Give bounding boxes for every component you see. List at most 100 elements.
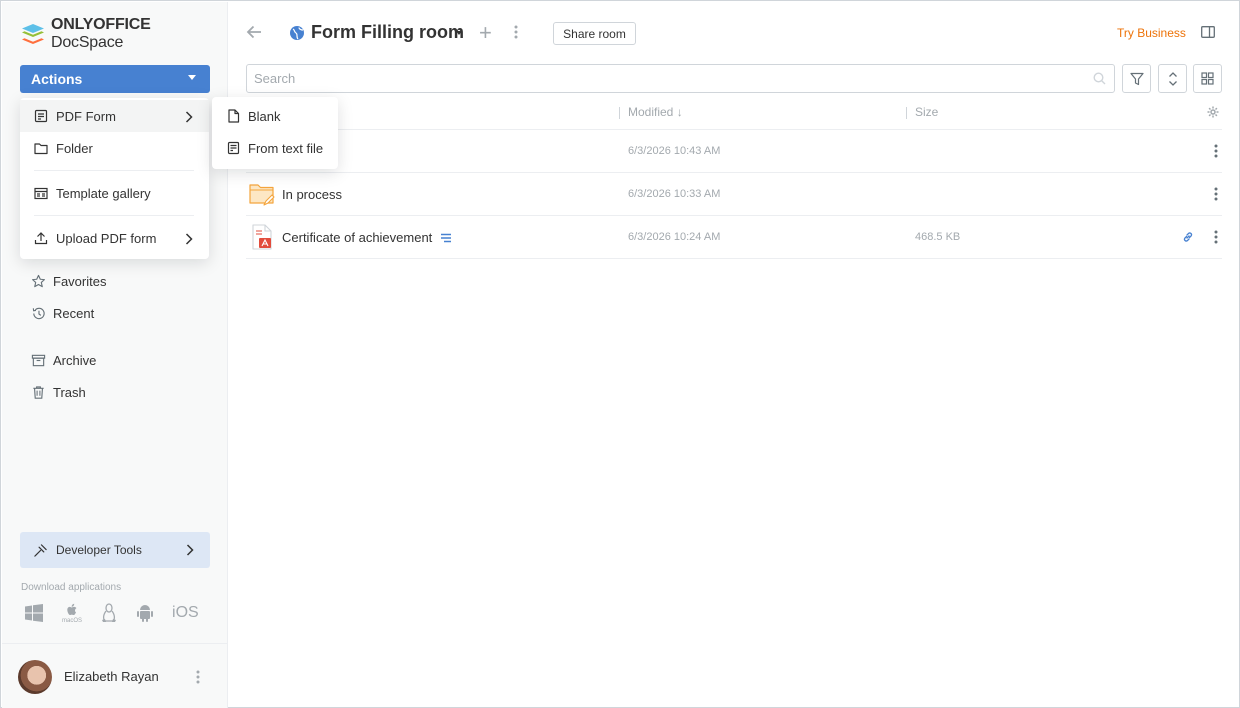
submenu-item-from-text-file[interactable]: From text file <box>212 132 338 164</box>
menu-divider <box>34 215 194 216</box>
filter-button[interactable] <box>1122 64 1151 93</box>
gear-icon[interactable] <box>1207 106 1219 118</box>
onlyoffice-logo-icon <box>21 24 44 44</box>
room-title[interactable]: Form Filling room <box>311 22 464 43</box>
blank-file-icon <box>228 109 240 123</box>
row-name-wrap[interactable]: Certificate of achievement <box>282 230 452 245</box>
more-vertical-icon[interactable] <box>196 670 200 684</box>
arrow-left-icon[interactable] <box>246 24 262 40</box>
brand-name: ONLYOFFICE DocSpace <box>50 16 151 51</box>
pdf-form-submenu: Blank From text file <box>212 97 338 169</box>
download-apps: macOS iOS <box>24 602 199 624</box>
star-icon <box>32 274 45 287</box>
row-size: 468.5 KB <box>915 231 961 243</box>
more-vertical-icon[interactable] <box>1214 230 1218 244</box>
recent-icon <box>32 307 45 319</box>
row-name: Certificate of achievement <box>282 230 433 245</box>
view-toggle-button[interactable] <box>1193 64 1222 93</box>
sidebar-item-label: Recent <box>53 305 95 321</box>
row-modified: 6/3/2026 10:33 AM <box>628 188 721 200</box>
column-size[interactable]: Size <box>915 105 938 119</box>
share-room-label: Share room <box>563 26 626 41</box>
ios-label[interactable]: iOS <box>172 602 199 624</box>
more-vertical-icon[interactable] <box>1214 144 1218 158</box>
actions-label: Actions <box>31 71 83 87</box>
column-resizer[interactable] <box>906 107 907 119</box>
from-text-file-icon <box>227 141 240 155</box>
more-vertical-icon[interactable] <box>1214 187 1218 201</box>
user-profile[interactable]: Elizabeth Rayan <box>2 643 228 708</box>
trash-icon <box>33 385 44 399</box>
table-row[interactable]: In process 6/3/2026 10:33 AM <box>246 173 1222 216</box>
macos-icon[interactable]: macOS <box>62 602 82 624</box>
folder-icon <box>34 142 48 154</box>
upload-icon <box>34 232 48 245</box>
share-room-button[interactable]: Share room <box>553 22 636 45</box>
app-logo[interactable]: ONLYOFFICE DocSpace <box>21 16 227 51</box>
caret-down-icon <box>188 75 196 80</box>
submenu-item-blank[interactable]: Blank <box>212 100 338 132</box>
menu-item-label: PDF Form <box>56 108 116 124</box>
sidebar-item-archive[interactable]: Archive <box>31 350 96 370</box>
submenu-item-label: Blank <box>248 108 281 124</box>
sidebar-item-label: Trash <box>53 384 86 400</box>
more-vertical-icon[interactable] <box>514 24 518 40</box>
menu-item-folder[interactable]: Folder <box>20 132 209 164</box>
row-modified: 6/3/2026 10:24 AM <box>628 231 721 243</box>
plus-icon[interactable]: + <box>479 22 492 44</box>
search-box <box>246 64 1115 93</box>
table-row[interactable]: 6/3/2026 10:43 AM <box>246 130 1222 173</box>
developer-tools-icon <box>34 543 47 557</box>
android-icon[interactable] <box>136 602 154 624</box>
globe-icon <box>290 26 304 40</box>
caret-down-icon[interactable] <box>456 31 462 35</box>
menu-item-label: Upload PDF form <box>56 230 157 246</box>
search-icon[interactable] <box>1093 72 1106 85</box>
grid-view-icon <box>1201 72 1214 85</box>
menu-item-upload-pdf-form[interactable]: Upload PDF form <box>20 222 209 254</box>
developer-tools-button[interactable]: Developer Tools <box>20 532 210 568</box>
sidebar-item-label: Favorites <box>53 273 107 289</box>
chevron-right-icon <box>185 111 193 123</box>
arrow-down-icon: ↓ <box>676 105 683 119</box>
pdf-form-icon <box>34 109 48 123</box>
column-modified-label: Modified <box>628 105 674 119</box>
try-business-link[interactable]: Try Business <box>1117 26 1186 40</box>
menu-item-template-gallery[interactable]: Template gallery <box>20 177 209 209</box>
actions-button[interactable]: Actions <box>20 65 210 93</box>
sort-icon <box>1168 71 1177 86</box>
menu-divider <box>34 170 194 171</box>
windows-icon[interactable] <box>24 602 44 624</box>
archive-icon <box>31 354 46 366</box>
template-gallery-icon <box>34 187 48 199</box>
developer-tools-label: Developer Tools <box>56 543 142 557</box>
chevron-right-icon <box>185 233 193 245</box>
menu-item-label: Folder <box>56 140 93 156</box>
table-row[interactable]: Certificate of achievement 6/3/2026 10:2… <box>246 216 1222 259</box>
sort-button[interactable] <box>1158 64 1187 93</box>
sidebar-item-favorites[interactable]: Favorites <box>31 271 106 291</box>
sidebar-item-trash[interactable]: Trash <box>31 382 86 402</box>
app-window: ONLYOFFICE DocSpace Actions Favorites Re… <box>0 0 1240 708</box>
menu-item-pdf-form[interactable]: PDF Form <box>20 100 209 132</box>
row-name[interactable]: In process <box>282 187 342 202</box>
search-input[interactable] <box>247 65 1067 92</box>
row-modified: 6/3/2026 10:43 AM <box>628 145 721 157</box>
chevron-right-icon <box>186 544 194 556</box>
column-resizer[interactable] <box>619 107 620 119</box>
filter-icon <box>1129 72 1144 85</box>
info-panel-icon[interactable] <box>1201 26 1215 38</box>
user-name: Elizabeth Rayan <box>64 669 159 684</box>
avatar[interactable] <box>18 659 52 694</box>
form-badge-icon[interactable] <box>440 233 452 243</box>
table-header: Modified ↓ Size <box>246 98 1222 130</box>
link-icon[interactable] <box>1182 231 1194 243</box>
actions-dropdown-menu: PDF Form Folder Template gallery Upload … <box>20 98 209 259</box>
sidebar-item-recent[interactable]: Recent <box>31 303 94 323</box>
column-modified[interactable]: Modified ↓ <box>628 105 683 119</box>
download-applications-label: Download applications <box>21 582 122 593</box>
folder-in-process-icon <box>249 184 275 206</box>
pdf-file-icon <box>252 224 272 250</box>
linux-icon[interactable] <box>100 602 118 624</box>
sidebar-item-label: Archive <box>53 352 97 368</box>
